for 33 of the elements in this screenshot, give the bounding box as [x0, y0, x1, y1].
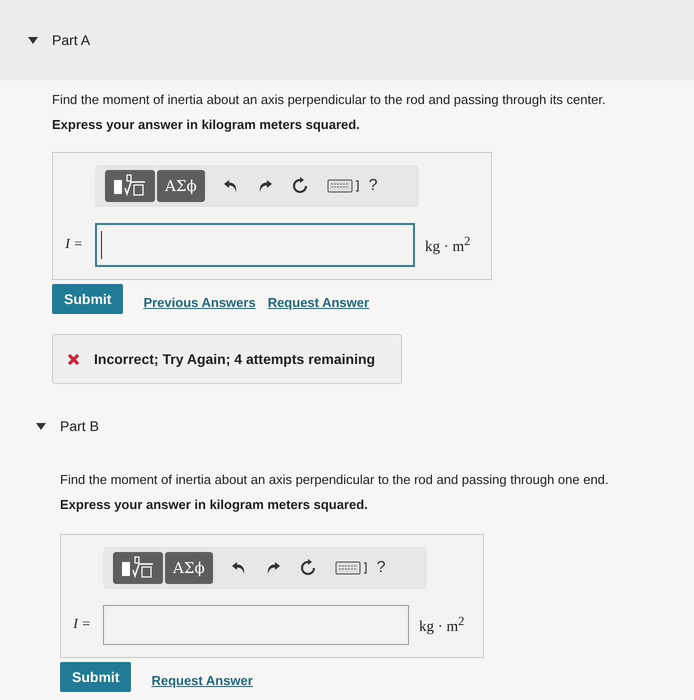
- part-title[interactable]: Part B: [60, 418, 99, 434]
- reset-icon[interactable]: [290, 177, 309, 195]
- answer-field[interactable]: [95, 223, 415, 267]
- unit-label: kg · m$^{2}$: [419, 614, 464, 636]
- answer-link[interactable]: Request Answer: [268, 294, 370, 310]
- symbols-button[interactable]: ΑΣϕ: [165, 552, 213, 584]
- variable-label: I =: [72, 617, 92, 633]
- keyboard-icon[interactable]: [326, 179, 361, 193]
- instruction-text: Express your answer in kilogram meters squared.: [60, 497, 369, 512]
- instruction-text: Express your answer in kilogram meters squared.: [52, 117, 361, 132]
- help-button[interactable]: ?: [376, 559, 386, 577]
- help-button[interactable]: ?: [368, 177, 378, 195]
- answer-link[interactable]: Request Answer: [151, 672, 253, 688]
- question-text: Find the moment of inertia about an axis perpendicular to the rod and passing through its center.: [52, 92, 607, 107]
- keyboard-icon[interactable]: [334, 561, 369, 575]
- feedback-text: Incorrect; Try Again; 4 attempts remaining: [94, 351, 376, 367]
- question-text: Find the moment of inertia about an axis perpendicular to the rod and passing through one end.: [60, 472, 610, 487]
- templates-button[interactable]: [113, 552, 163, 584]
- unit-label: kg · m$^{2}$: [425, 234, 470, 256]
- undo-icon[interactable]: [222, 179, 239, 193]
- caret-icon[interactable]: [28, 36, 38, 44]
- submit-button[interactable]: Submit: [60, 662, 132, 692]
- symbols-button[interactable]: ΑΣϕ: [157, 170, 205, 202]
- reset-icon[interactable]: [298, 559, 317, 577]
- cross-icon: [67, 352, 80, 366]
- caret-icon[interactable]: [36, 422, 46, 430]
- templates-button[interactable]: [105, 170, 155, 202]
- answer-link[interactable]: Previous Answers: [143, 294, 256, 310]
- submit-button[interactable]: Submit: [52, 284, 124, 314]
- part-title[interactable]: Part A: [52, 32, 90, 48]
- undo-icon[interactable]: [230, 561, 247, 575]
- variable-label: I =: [64, 237, 84, 253]
- answer-field[interactable]: [103, 605, 409, 645]
